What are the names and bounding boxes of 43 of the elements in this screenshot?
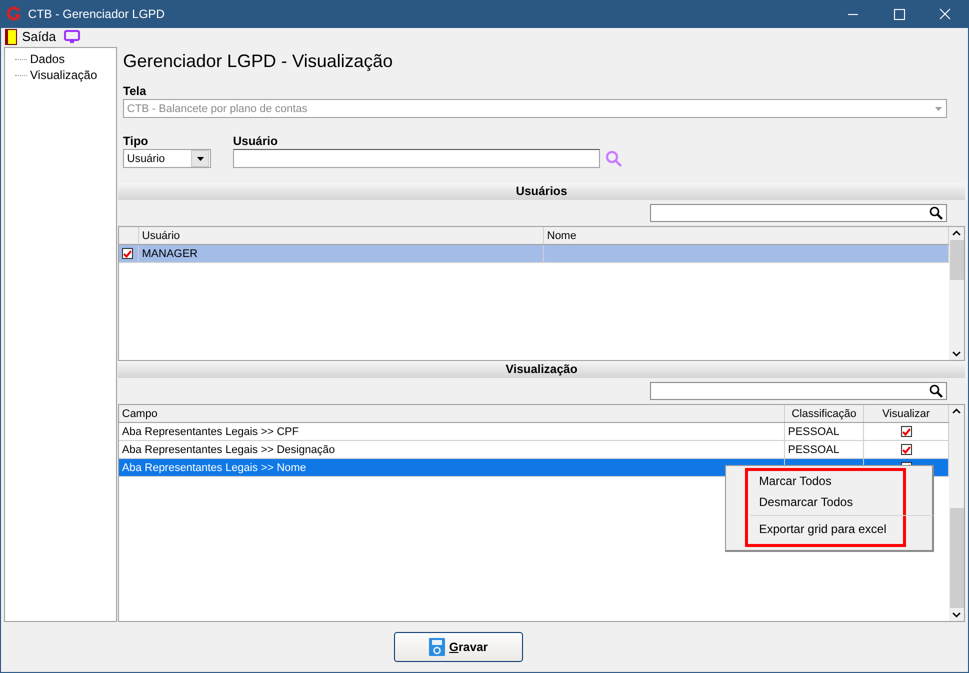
field-label: Tela [123,84,148,99]
window-title: CTB - Gerenciador LGPD [28,7,166,21]
table-cell: Aba Representantes Legais >> CPF [119,423,785,440]
door-icon [5,28,17,44]
logo-icon [6,6,22,22]
scrollbar[interactable] [949,405,964,621]
menu-item[interactable]: Exportar grid para excel [748,521,903,542]
monitor-icon[interactable] [64,30,80,44]
table-cell: MANAGER [139,245,544,262]
dropdown-arrow-icon [196,156,204,160]
scroll-down-icon[interactable] [952,351,961,357]
column-header[interactable]: Classificação [785,405,864,422]
exit-button[interactable]: Saída [5,28,56,44]
page-heading: Gerenciador LGPD - Visualização [123,51,394,72]
search-icon [929,384,943,398]
table-row[interactable]: MANAGER [119,245,949,263]
column-header[interactable]: Usuário [139,227,544,244]
table-row[interactable]: Aba Representantes Legais >> CPF PESSOAL [119,423,949,441]
field-label: Tipo [123,134,150,149]
table-cell: PESSOAL [788,426,840,438]
search-icon [929,206,943,220]
type-dropdown[interactable]: Usuário [123,149,211,168]
checkbox[interactable] [900,426,912,437]
dropdown-arrow-icon [934,106,942,110]
table-cell: PESSOAL [788,444,840,456]
scroll-up-icon[interactable] [952,230,961,236]
scroll-down-icon[interactable] [952,612,961,618]
field-label: Usuário [233,134,279,149]
menu-item[interactable]: Desmarcar Todos [748,494,903,515]
table-cell: Aba Representantes Legais >> Designação [119,441,785,458]
user-input-field[interactable] [233,149,600,168]
tree-item[interactable]: Dados [29,52,66,66]
scrollbar[interactable] [949,227,964,360]
scroll-up-icon[interactable] [952,408,961,414]
search-field[interactable] [650,204,947,222]
checkbox[interactable] [900,444,912,455]
section-header: Visualização [118,361,965,378]
save-button[interactable]: Gravar [394,632,523,662]
column-header[interactable]: Campo [119,405,785,422]
search-field[interactable] [650,382,947,400]
checkbox[interactable] [122,248,133,259]
tree-item[interactable]: Visualização [29,68,98,82]
section-header: Usuários [118,183,965,200]
